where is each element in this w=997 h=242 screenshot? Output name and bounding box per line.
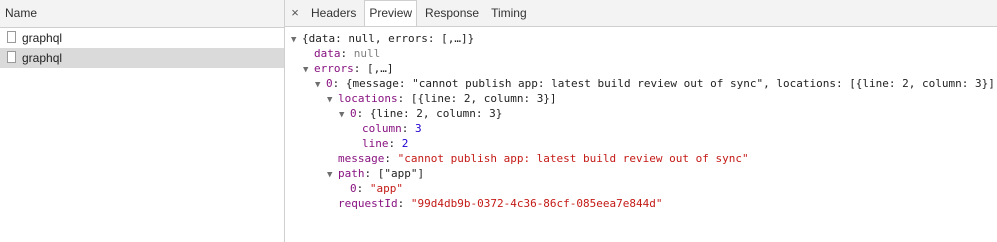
tree-node-request-id: requestId: "99d4db9b-0372-4c36-86cf-085e… bbox=[338, 197, 663, 210]
tab-headers[interactable]: Headers bbox=[307, 0, 360, 26]
path-summary: ["app"] bbox=[377, 167, 425, 180]
root-summary: {data: null, errors: [,…]} bbox=[302, 32, 475, 45]
path-0-value: "app" bbox=[369, 182, 403, 195]
path-0-key: 0 bbox=[350, 182, 357, 195]
path-key: path bbox=[338, 167, 365, 180]
tree-node-locations[interactable]: ▼ locations: [{line: 2, column: 3}] bbox=[285, 91, 997, 106]
request-row-selected[interactable]: graphql bbox=[0, 48, 284, 68]
file-icon bbox=[7, 51, 16, 63]
request-name: graphql bbox=[22, 31, 63, 45]
close-icon[interactable]: × bbox=[287, 0, 303, 26]
line-key: line bbox=[362, 137, 389, 150]
tree-node-message: message: "cannot publish app: latest bui… bbox=[338, 152, 749, 165]
line-value: 2 bbox=[401, 137, 409, 150]
locations-summary: [{line: 2, column: 3}] bbox=[410, 92, 557, 105]
tree-node-error-0[interactable]: ▼ 0: {message: "cannot publish app: lates… bbox=[285, 76, 997, 91]
tree-node-location-0[interactable]: ▼ 0: {line: 2, column: 3} bbox=[285, 106, 997, 121]
error-0-summary: {message: "cannot publish app: latest bu… bbox=[345, 77, 997, 90]
request-row[interactable]: graphql bbox=[0, 28, 284, 48]
name-column-header[interactable]: Name bbox=[0, 0, 284, 28]
tree-node-root[interactable]: ▼ {data: null, errors: [,…]} bbox=[285, 31, 997, 46]
tab-preview[interactable]: Preview bbox=[364, 0, 418, 26]
request-name: graphql bbox=[22, 51, 63, 65]
file-icon bbox=[7, 31, 16, 43]
error-0-key: 0 bbox=[326, 77, 333, 90]
tree-node-column: column: 3 bbox=[362, 122, 422, 135]
details-tabbar: × Headers Preview Response Timing bbox=[285, 0, 997, 27]
data-key: data bbox=[314, 47, 341, 60]
location-0-key: 0 bbox=[350, 107, 357, 120]
details-panel: × Headers Preview Response Timing ▼ {data… bbox=[285, 0, 997, 242]
message-value: "cannot publish app: latest build review… bbox=[397, 152, 749, 165]
tab-timing[interactable]: Timing bbox=[487, 0, 531, 26]
tree-node-path-0: 0: "app" bbox=[350, 182, 403, 195]
column-value: 3 bbox=[415, 122, 422, 135]
tree-node-line: line: 2 bbox=[362, 137, 409, 150]
message-key: message bbox=[338, 152, 385, 165]
errors-summary: [,…] bbox=[367, 62, 394, 75]
tab-response[interactable]: Response bbox=[421, 0, 483, 26]
locations-key: locations bbox=[338, 92, 398, 105]
request-id-value: "99d4db9b-0372-4c36-86cf-085eea7e844d" bbox=[410, 197, 663, 210]
location-0-summary: {line: 2, column: 3} bbox=[369, 107, 503, 120]
request-id-key: requestId bbox=[338, 197, 398, 210]
tree-node-path[interactable]: ▼ path: ["app"] bbox=[285, 166, 997, 181]
tree-node-data: data: null bbox=[314, 47, 381, 60]
tree-node-errors[interactable]: ▼ errors: [,…] bbox=[285, 61, 997, 76]
json-preview-tree: ▼ {data: null, errors: [,…]} data: null ▼… bbox=[285, 27, 997, 211]
request-list-panel: Name graphql graphql bbox=[0, 0, 285, 242]
column-key: column bbox=[362, 122, 402, 135]
errors-key: errors bbox=[314, 62, 354, 75]
data-value: null bbox=[353, 47, 381, 60]
